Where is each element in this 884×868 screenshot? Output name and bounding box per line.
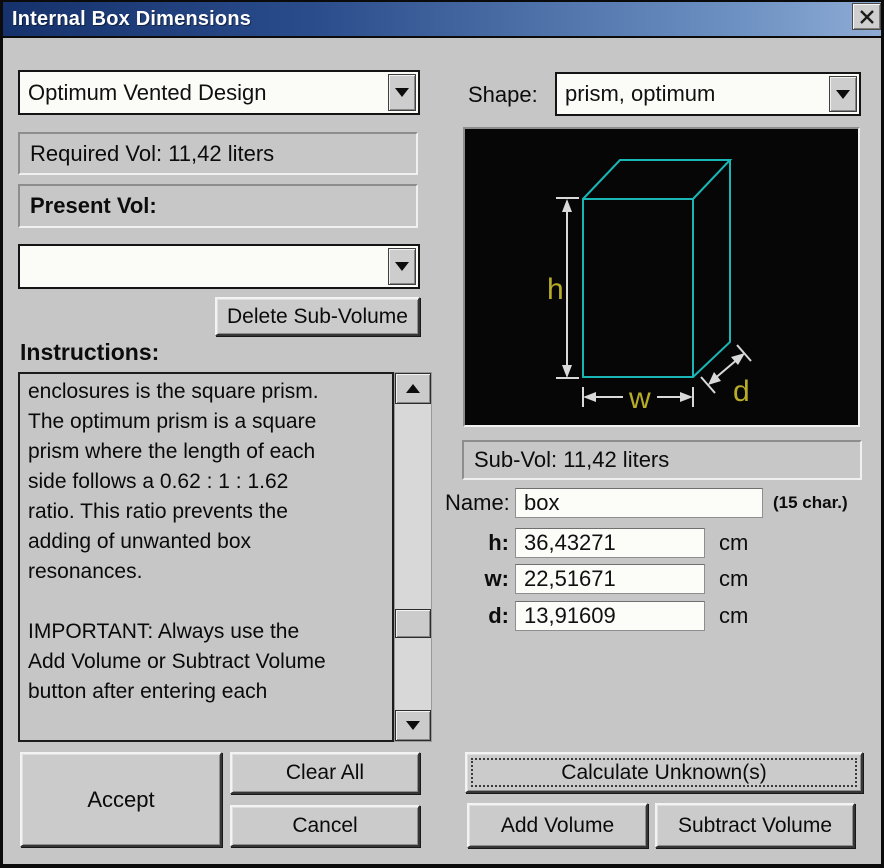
accept-button[interactable]: Accept bbox=[20, 752, 222, 847]
arrow-down-icon bbox=[406, 721, 420, 730]
sub-vol-text: Sub-Vol: 11,42 liters bbox=[474, 447, 670, 472]
instructions-text: enclosures is the square prism. The opti… bbox=[28, 380, 326, 703]
focus-rectangle: Calculate Unknown(s) bbox=[471, 758, 857, 787]
name-label: Name: bbox=[445, 490, 510, 515]
shape-value: prism, optimum bbox=[565, 81, 716, 106]
depth-row: d: cm bbox=[445, 601, 748, 631]
required-volume-panel: Required Vol: 11,42 liters bbox=[18, 132, 418, 175]
h-field-label: h: bbox=[488, 530, 509, 555]
calculate-unknowns-button[interactable]: Calculate Unknown(s) bbox=[465, 752, 863, 793]
name-char-limit-hint: (15 char.) bbox=[773, 493, 848, 512]
name-input[interactable] bbox=[515, 488, 763, 518]
w-unit: cm bbox=[719, 566, 749, 591]
cancel-button[interactable]: Cancel bbox=[230, 805, 420, 847]
h-unit: cm bbox=[719, 530, 749, 555]
box-diagram-panel: h w d bbox=[463, 127, 860, 427]
required-volume-text: Required Vol: 11,42 liters bbox=[30, 140, 275, 166]
instructions-scrollbar[interactable] bbox=[394, 372, 432, 742]
subtract-volume-button[interactable]: Subtract Volume bbox=[655, 803, 855, 848]
instructions-textarea[interactable]: enclosures is the square prism. The opti… bbox=[18, 372, 394, 742]
height-row: h: cm bbox=[445, 528, 748, 558]
add-volume-button[interactable]: Add Volume bbox=[467, 803, 648, 848]
present-volume-text: Present Vol: bbox=[30, 193, 157, 218]
d-input[interactable] bbox=[515, 601, 705, 631]
instructions-label: Instructions: bbox=[20, 339, 160, 365]
chevron-down-icon[interactable] bbox=[388, 74, 416, 111]
w-dim-label: w bbox=[628, 382, 651, 415]
scrollbar-thumb[interactable] bbox=[395, 609, 431, 638]
chevron-down-icon[interactable] bbox=[388, 248, 416, 285]
shape-dropdown[interactable]: prism, optimum bbox=[555, 72, 861, 116]
sub-volume-dropdown[interactable] bbox=[18, 244, 420, 289]
arrow-up-icon bbox=[406, 384, 420, 393]
titlebar: Internal Box Dimensions bbox=[3, 2, 881, 36]
design-type-dropdown[interactable]: Optimum Vented Design bbox=[18, 70, 420, 115]
d-dim-label: d bbox=[733, 375, 750, 408]
box-diagram: h w d bbox=[547, 159, 752, 415]
dimension-lines bbox=[556, 197, 752, 407]
h-dim-label: h bbox=[547, 273, 564, 306]
scroll-up-button[interactable] bbox=[395, 373, 431, 404]
width-row: w: cm bbox=[445, 564, 748, 594]
window-title: Internal Box Dimensions bbox=[12, 7, 252, 30]
w-input[interactable] bbox=[515, 564, 705, 594]
dialog-body: Optimum Vented Design Required Vol: 11,4… bbox=[3, 38, 881, 864]
delete-sub-volume-button[interactable]: Delete Sub-Volume bbox=[215, 297, 420, 336]
sub-vol-panel: Sub-Vol: 11,42 liters bbox=[462, 440, 862, 480]
dimension-labels: h w d bbox=[547, 273, 750, 415]
close-icon bbox=[859, 9, 874, 24]
close-button[interactable] bbox=[852, 3, 881, 30]
chevron-down-icon[interactable] bbox=[829, 76, 857, 112]
clear-all-button[interactable]: Clear All bbox=[230, 752, 420, 794]
prism-wireframe bbox=[582, 159, 733, 378]
present-volume-panel: Present Vol: bbox=[18, 184, 418, 228]
w-field-label: w: bbox=[484, 566, 509, 591]
d-unit: cm bbox=[719, 603, 749, 628]
scroll-down-button[interactable] bbox=[395, 710, 431, 741]
shape-label: Shape: bbox=[468, 82, 538, 107]
d-field-label: d: bbox=[488, 603, 509, 628]
name-row: Name: (15 char.) bbox=[445, 488, 848, 518]
dialog-window: Internal Box Dimensions Optimum Vented D… bbox=[0, 0, 884, 868]
dimension-arrowheads bbox=[562, 199, 745, 402]
h-input[interactable] bbox=[515, 528, 705, 558]
design-type-value: Optimum Vented Design bbox=[28, 79, 267, 105]
